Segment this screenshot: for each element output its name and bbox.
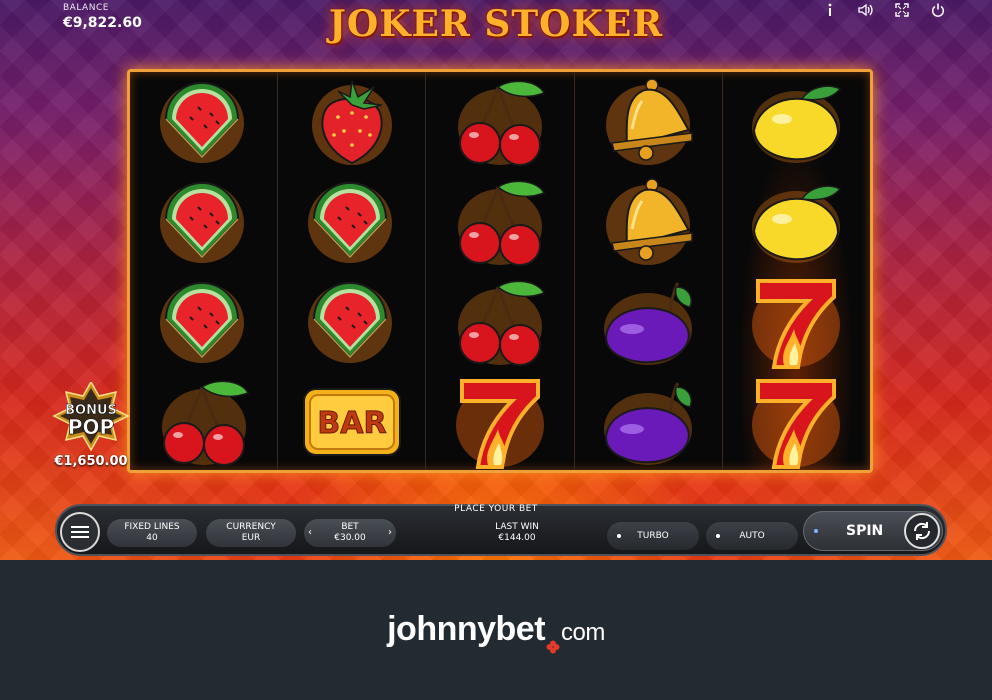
currency-value: EUR: [241, 533, 261, 543]
power-icon[interactable]: [930, 2, 946, 18]
sound-icon[interactable]: [858, 2, 874, 18]
watermelon-symbol: [278, 272, 425, 372]
turbo-label: TURBO: [637, 531, 669, 541]
strawberry-symbol: [278, 72, 425, 172]
clover-icon: [546, 624, 560, 654]
cherry-symbol: [426, 72, 573, 172]
watermelon-symbol: [130, 172, 277, 272]
last-win-display: LAST WIN €144.00: [467, 522, 567, 544]
turbo-indicator: [617, 534, 621, 538]
bet-increase-button[interactable]: ›: [388, 527, 392, 538]
seven-symbol: [723, 272, 870, 372]
reel-1: [130, 72, 279, 472]
auto-toggle[interactable]: AUTO: [706, 522, 798, 550]
reel-grid: BAR: [127, 69, 873, 473]
reel-4: [575, 72, 723, 470]
bet-value: €30.00: [334, 533, 366, 543]
lemon-symbol: [723, 72, 870, 172]
hamburger-icon: [71, 526, 89, 538]
reel-5: [722, 72, 871, 472]
last-win-label: LAST WIN: [495, 522, 539, 532]
turbo-toggle[interactable]: TURBO: [607, 522, 699, 550]
watermelon-symbol: [130, 72, 277, 172]
fixed-lines-display: FIXED LINES 40: [107, 519, 197, 547]
spin-indicator: [814, 529, 818, 533]
bar-symbol: BAR: [278, 372, 425, 472]
cherry-symbol: [130, 372, 277, 472]
info-icon[interactable]: [822, 2, 838, 18]
watermelon-symbol: [130, 272, 277, 372]
menu-button[interactable]: [60, 512, 100, 552]
last-win-value: €144.00: [498, 533, 536, 543]
bonus-value: €1,650.00: [54, 454, 128, 469]
plum-symbol: [575, 372, 722, 472]
auto-indicator: [716, 534, 720, 538]
seven-symbol: [723, 372, 870, 472]
bell-symbol: [575, 172, 722, 272]
currency-label: CURRENCY: [226, 522, 276, 532]
fullscreen-icon[interactable]: [894, 2, 910, 18]
svg-text:BAR: BAR: [317, 406, 386, 441]
brand-domain: com: [561, 619, 605, 646]
auto-label: AUTO: [739, 531, 765, 541]
spin-icon: [904, 513, 940, 549]
footer: johnnybet com: [0, 560, 992, 700]
fixed-lines-value: 40: [146, 533, 158, 543]
currency-display: CURRENCY EUR: [206, 519, 296, 547]
plum-symbol: [575, 272, 722, 372]
bet-decrease-button[interactable]: ‹: [308, 527, 312, 538]
bonus-pop-badge: BONUS POP €1,650.00: [48, 380, 134, 469]
reel-2: BAR: [278, 72, 427, 472]
fixed-lines-label: FIXED LINES: [124, 522, 180, 532]
bet-label: BET: [341, 522, 359, 532]
bonus-line2: POP: [68, 415, 114, 439]
lemon-symbol: [723, 172, 870, 272]
top-toolbar: [822, 2, 946, 18]
watermelon-symbol: [278, 172, 425, 272]
brand-name: johnnybet: [387, 610, 546, 648]
seven-symbol: [426, 372, 573, 472]
spin-button[interactable]: SPIN: [803, 511, 943, 551]
bell-symbol: [575, 72, 722, 172]
cherry-symbol: [426, 272, 573, 372]
game-area: BALANCE €9,822.60 JOKER STOKER BAR BONUS…: [0, 0, 992, 560]
brand-logo[interactable]: johnnybet com: [0, 610, 992, 654]
spin-label: SPIN: [846, 523, 884, 539]
bet-selector: ‹ BET €30.00 ›: [304, 519, 396, 547]
reel-3: [426, 72, 575, 472]
cherry-symbol: [426, 172, 573, 272]
